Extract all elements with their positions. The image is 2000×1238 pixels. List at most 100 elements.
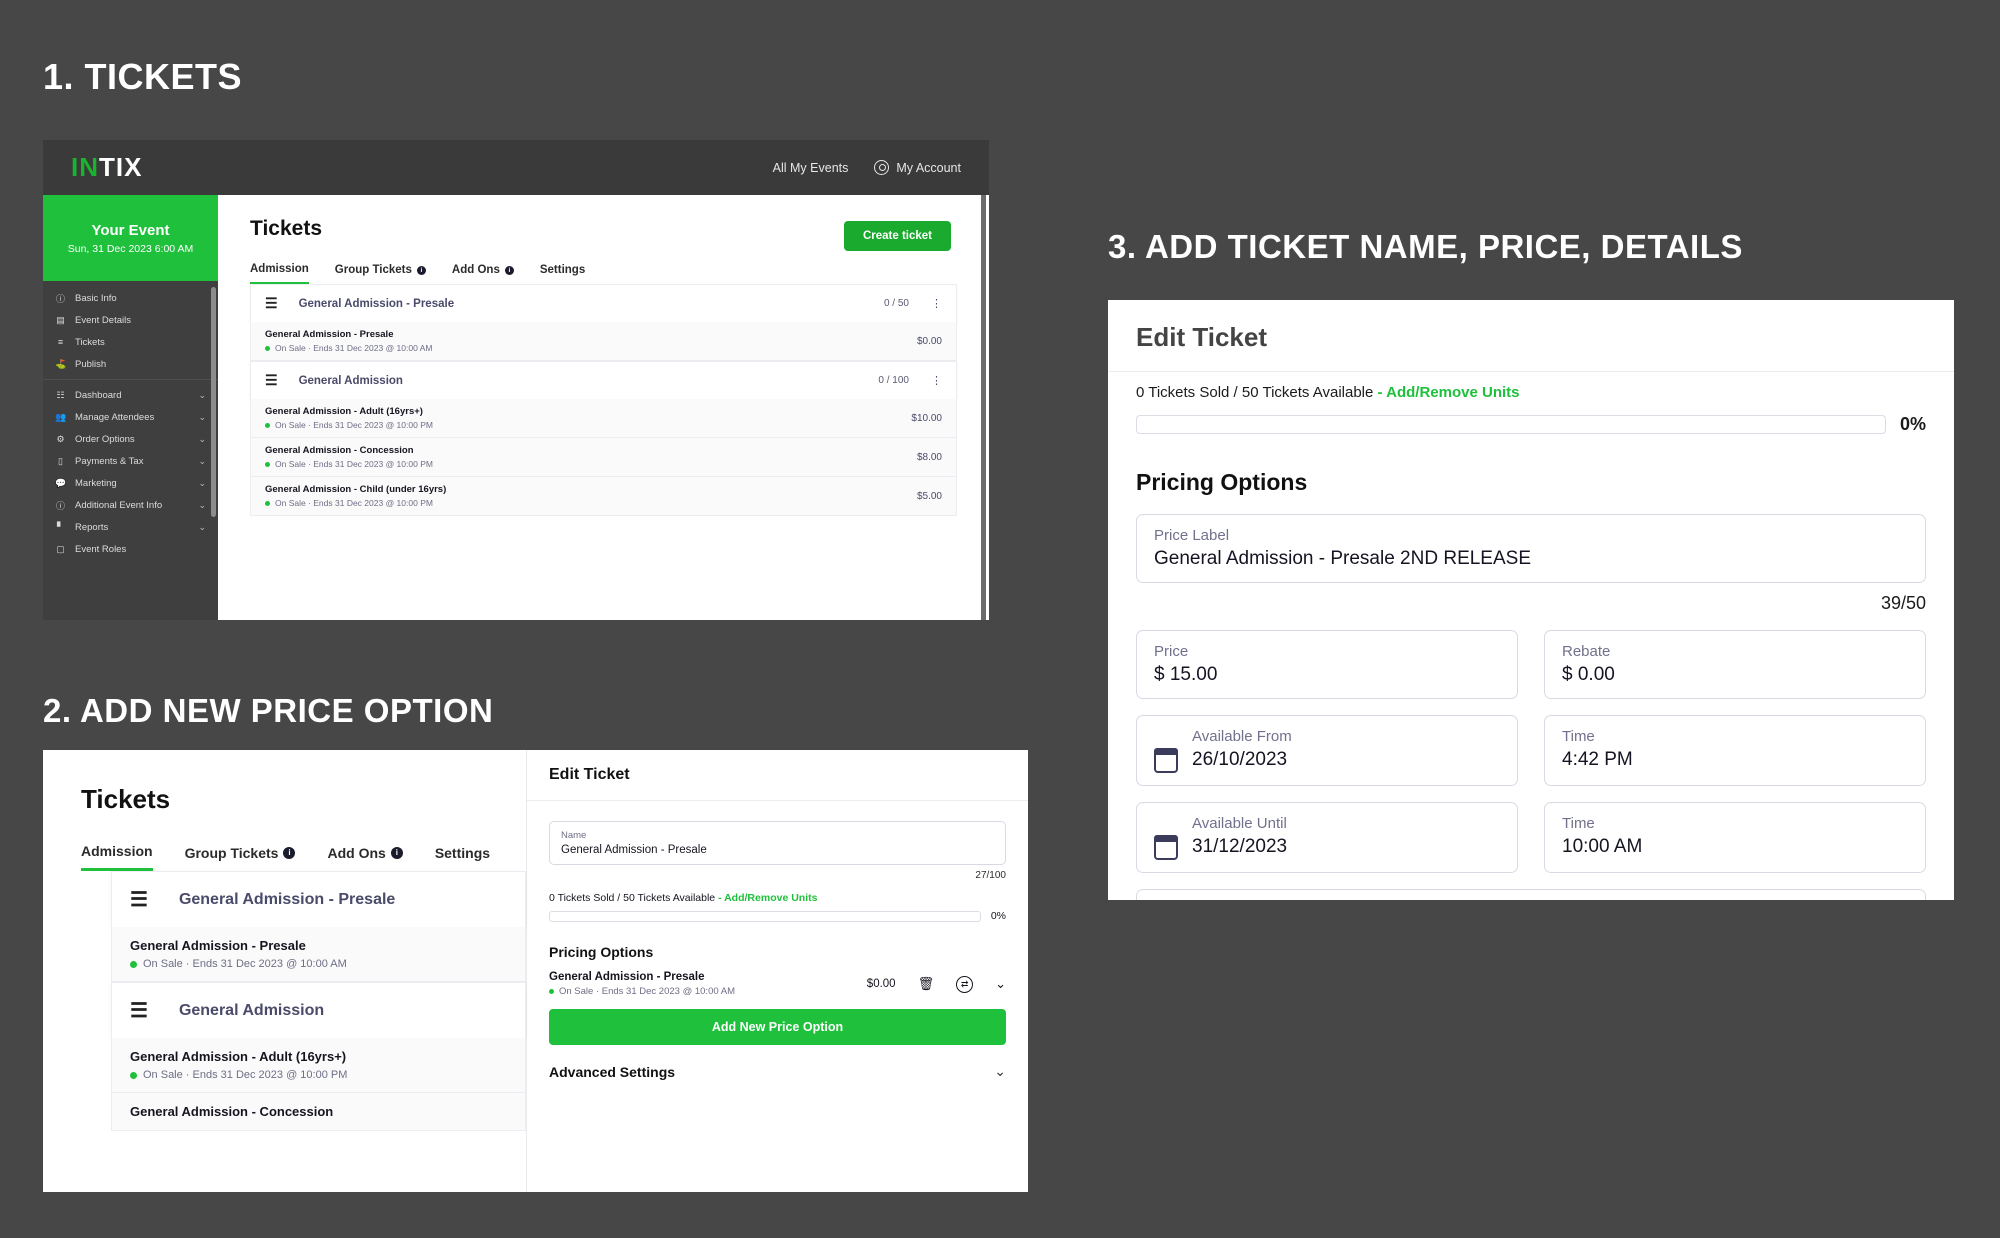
drag-handle-icon[interactable]: ☰ — [130, 998, 148, 1023]
available-until-field[interactable]: Available Until 31/12/2023 — [1136, 802, 1518, 873]
tab-admission[interactable]: Admission — [250, 263, 309, 284]
ticket-row[interactable]: General Admission - Presale On Sale · End… — [250, 322, 957, 361]
panel3-add-remove-units-link[interactable]: - Add/Remove Units — [1378, 384, 1520, 401]
time-field[interactable]: Time 4:42 PM — [1544, 715, 1926, 786]
info-icon[interactable]: i — [416, 265, 426, 275]
panel3-tickets-sold-line: 0 Tickets Sold / 50 Tickets Available - … — [1136, 384, 1926, 404]
panel2-ticket-list: Tickets Admission Group Tickets i Add Ons i S… — [43, 750, 526, 1192]
event-date: Sun, 31 Dec 2023 6:00 AM — [67, 242, 194, 255]
field-value: $ 0.00 — [1562, 664, 1615, 685]
chevron-down-icon[interactable]: ⌄ — [198, 412, 206, 423]
transfer-circle-icon[interactable]: ⇄ — [956, 975, 974, 993]
ticket-row[interactable]: General Admission - Adult (16yrs+) On Sal… — [111, 1038, 526, 1093]
price-label-field[interactable]: Price Label General Admission - Presale … — [1136, 514, 1926, 583]
drag-handle-icon[interactable]: ☰ — [130, 887, 148, 912]
visibility-field[interactable]: Visibility i Visible — [1136, 889, 1926, 900]
sidebar-item-order-options[interactable]: ⚙ Order Options ⌄ — [43, 428, 218, 450]
screenshot-panel-edit-ticket-details: Edit Ticket 0 Tickets Sold / 50 Tickets … — [1108, 300, 1954, 900]
panel2-edit-ticket-drawer: Edit Ticket Name General Admission - Pre… — [526, 750, 1028, 1192]
tab-group-tickets[interactable]: Group Tickets i — [335, 263, 426, 284]
field-label: Time — [1562, 815, 1595, 832]
create-ticket-button[interactable]: Create ticket — [843, 221, 951, 251]
drag-handle-icon[interactable]: ☰ — [265, 372, 278, 389]
ticket-row-status-text: On Sale · Ends 31 Dec 2023 @ 10:00 AM — [143, 958, 347, 970]
ticket-row-name: General Admission - Presale — [265, 329, 394, 340]
time-field[interactable]: Time 10:00 AM — [1544, 802, 1926, 873]
ticket-group-header[interactable]: ☰ General Admission - Presale 0 / 50 ⋮ — [250, 284, 957, 322]
chevron-down-icon[interactable]: ⌄ — [198, 434, 206, 445]
people-icon: 👥 — [55, 411, 67, 422]
chevron-down-icon[interactable]: ⌄ — [198, 390, 206, 401]
field-label: Rebate — [1562, 643, 1611, 660]
info-icon[interactable]: i — [504, 265, 514, 275]
tab-add-ons[interactable]: Add Ons i — [327, 843, 403, 871]
sidebar-scrollbar[interactable] — [211, 287, 216, 517]
chevron-down-icon[interactable]: ⌄ — [198, 500, 206, 511]
sidebar-item-manage-attendees[interactable]: 👥 Manage Attendees ⌄ — [43, 406, 218, 428]
my-account-link[interactable]: My Account — [874, 160, 961, 175]
sidebar-item-additional-event-info[interactable]: ⓘ Additional Event Info ⌄ — [43, 494, 218, 516]
ticket-row-status-text: On Sale · Ends 31 Dec 2023 @ 10:00 PM — [275, 459, 433, 469]
ticket-row[interactable]: General Admission - Adult (16yrs+) On Sal… — [250, 399, 957, 438]
rebate-field[interactable]: Rebate $ 0.00 — [1544, 630, 1926, 699]
sidebar-item-basic-info[interactable]: ⓘ Basic Info — [43, 287, 218, 309]
ticket-group-header[interactable]: ☰ General Admission — [111, 982, 526, 1038]
advanced-settings-row[interactable]: Advanced Settings ⌄ — [549, 1063, 1006, 1080]
sidebar-item-event-roles[interactable]: ▢ Event Roles — [43, 538, 218, 560]
sold-progress-row: 0% — [549, 910, 1006, 922]
ticket-row[interactable]: General Admission - Child (under 16yrs) O… — [250, 477, 957, 516]
chevron-down-icon[interactable]: ⌄ — [994, 1063, 1006, 1080]
event-name: Your Event — [91, 221, 170, 239]
sidebar-item-dashboard[interactable]: ☷ Dashboard ⌄ — [43, 384, 218, 406]
tab-add-ons[interactable]: Add Ons i — [452, 263, 514, 284]
content-scrollbar[interactable] — [981, 195, 986, 620]
chevron-down-icon[interactable]: ⌄ — [198, 456, 206, 467]
pricing-options-title: Pricing Options — [549, 944, 654, 960]
sidebar-item-reports[interactable]: ▘ Reports ⌄ — [43, 516, 218, 538]
sidebar-item-payments-tax[interactable]: ▯ Payments & Tax ⌄ — [43, 450, 218, 472]
trash-icon[interactable]: 🗑 — [918, 976, 935, 992]
ticket-group-name: General Admission — [298, 374, 403, 387]
ticket-row[interactable]: General Admission - Concession On Sale · … — [250, 438, 957, 477]
details-icon: ▤ — [56, 314, 65, 325]
sidebar-item-marketing[interactable]: 💬 Marketing ⌄ — [43, 472, 218, 494]
status-dot-icon — [265, 345, 270, 351]
info-icon[interactable]: i — [390, 846, 403, 859]
add-remove-units-link[interactable]: - Add/Remove Units — [718, 892, 817, 904]
ticket-row[interactable]: General Admission - Concession — [111, 1093, 526, 1131]
topbar-right: All My Events My Account — [773, 160, 961, 175]
ticket-row[interactable]: General Admission - Presale On Sale · End… — [111, 927, 526, 982]
panel2-page-title: Tickets — [81, 784, 171, 814]
ticket-row-name: General Admission - Adult (16yrs+) — [130, 1049, 347, 1064]
ticket-group-name: General Admission - Presale — [298, 297, 455, 310]
tab-settings[interactable]: Settings — [540, 263, 585, 284]
ticket-group-header[interactable]: ☰ General Admission - Presale — [111, 871, 526, 927]
chevron-down-icon[interactable]: ⌄ — [995, 976, 1006, 992]
tab-group-tickets[interactable]: Group Tickets i — [185, 843, 296, 871]
ticket-row-price: $5.00 — [916, 490, 942, 502]
sidebar-item-event-details[interactable]: ▤ Event Details — [43, 309, 218, 331]
ticket-row-price: $10.00 — [911, 412, 942, 424]
sidebar-item-publish[interactable]: ⛳ Publish — [43, 353, 218, 375]
price-field[interactable]: Price $ 15.00 — [1136, 630, 1518, 699]
tab-settings[interactable]: Settings — [435, 843, 490, 871]
tab-admission[interactable]: Admission — [81, 843, 153, 871]
sidebar-item-label: Event Details — [75, 314, 131, 326]
add-new-price-option-button[interactable]: Add New Price Option — [549, 1009, 1006, 1045]
kebab-menu-icon[interactable]: ⋮ — [931, 298, 942, 309]
available-from-field[interactable]: Available From 26/10/2023 — [1136, 715, 1518, 786]
kebab-menu-icon[interactable]: ⋮ — [931, 375, 942, 386]
chevron-down-icon[interactable]: ⌄ — [198, 478, 206, 489]
tab-label: Add Ons — [327, 844, 386, 861]
ticket-name-field[interactable]: Name General Admission - Presale — [549, 821, 1006, 865]
drag-handle-icon[interactable]: ☰ — [265, 295, 278, 312]
sidebar-item-label: Event Roles — [75, 543, 127, 555]
ticket-group-header[interactable]: ☰ General Admission 0 / 100 ⋮ — [250, 361, 957, 399]
sidebar-item-tickets[interactable]: ≡ Tickets — [43, 331, 218, 353]
sidebar-item-label: Tickets — [75, 336, 105, 348]
info-icon[interactable]: i — [283, 846, 296, 859]
field-label: Available Until — [1192, 815, 1287, 832]
panel2-edit-header: Edit Ticket — [527, 750, 1028, 801]
all-my-events-link[interactable]: All My Events — [773, 161, 849, 175]
chevron-down-icon[interactable]: ⌄ — [198, 522, 206, 533]
